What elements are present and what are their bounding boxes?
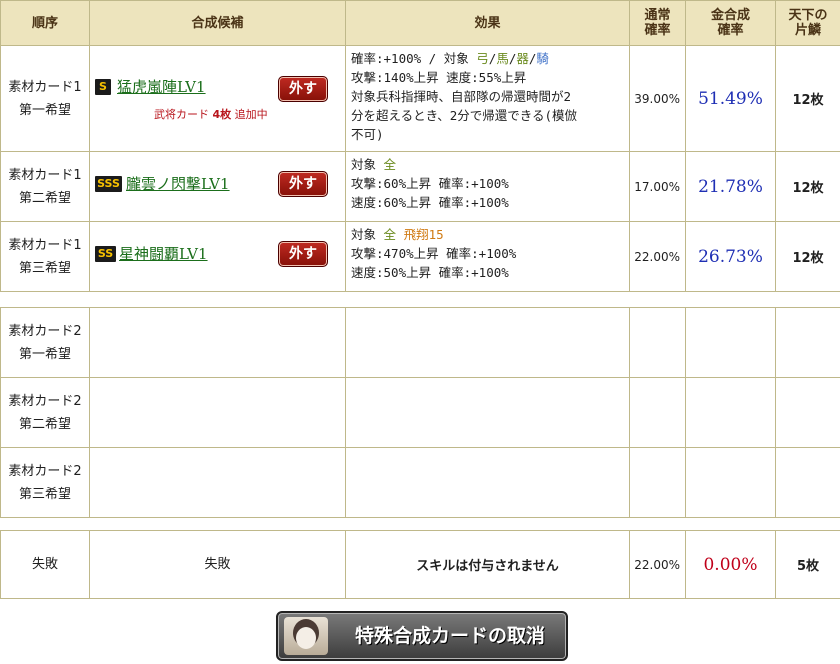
effect-text: 全 (383, 227, 397, 242)
slot-label: 素材カード2 第二希望 (0, 377, 90, 448)
effect-line: 対象 全 飛翔15 (351, 225, 625, 244)
effect-line: 対象 全 (351, 155, 625, 174)
slot-label: 素材カード1 第一希望 (0, 45, 90, 152)
remove-button[interactable]: 外す (278, 171, 328, 197)
portrait-icon (284, 617, 328, 655)
normal-rate: 17.00% (629, 151, 686, 222)
empty-row: 素材カード2 第三希望 (0, 447, 840, 518)
candidate-table-2: 素材カード2 第一希望 素材カード2 第二希望 素材カード2 第三希望 (0, 307, 840, 518)
effect-text: 弓 (476, 51, 489, 66)
effect-cell: 対象 全 飛翔15 攻撃:470%上昇 確率:+100% 速度:50%上昇 確率:+… (345, 221, 630, 292)
failure-table: 失敗 失敗 スキルは付与されません 22.00% 0.00% 5枚 (0, 530, 840, 599)
remove-button[interactable]: 外す (278, 76, 328, 102)
failure-candidate: 失敗 (89, 530, 346, 599)
candidate-cell: SSS 朧雲ノ閃撃LV1 外す (89, 151, 346, 222)
shard-count: 12枚 (775, 45, 840, 152)
slot-label: 素材カード1 第三希望 (0, 221, 90, 292)
effect-line: 攻撃:470%上昇 確率:+100% (351, 244, 625, 263)
header-shards: 天下の 片鱗 (775, 0, 840, 46)
header-gold-rate: 金合成 確率 (685, 0, 776, 46)
effect-text: 不可) (351, 127, 384, 142)
cancel-button-label: 特殊合成カードの取消 (354, 625, 545, 647)
effect-text: 分を超えるとき、2分で帰還できる(模倣 (351, 108, 578, 123)
effect-text: 全 (383, 157, 397, 172)
skill-link[interactable]: 朧雲ノ閃撃LV1 (126, 173, 230, 194)
candidate-cell: S 猛虎嵐陣LV1 外す 武将カード 4枚 追加中 (89, 45, 346, 152)
slot-label: 素材カード2 第一希望 (0, 307, 90, 378)
normal-rate: 39.00% (629, 45, 686, 152)
header-row: 順序 合成候補 効果 通常 確率 金合成 確率 天下の 片鱗 (0, 0, 840, 46)
effect-line: 対象兵科指揮時、自部隊の帰還時間が2 (351, 87, 625, 106)
effect-text: 騎 (536, 51, 549, 66)
gold-rate: 26.73% (685, 221, 776, 292)
effect-cell: 対象 全攻撃:60%上昇 確率:+100% 速度:60%上昇 確率:+100% (345, 151, 630, 222)
effect-text: 対象 (351, 157, 384, 172)
header-effect: 効果 (345, 0, 630, 46)
rank-badge-icon: SSS (95, 176, 122, 192)
remove-button[interactable]: 外す (278, 241, 328, 267)
failure-gold-rate: 0.00% (685, 530, 776, 599)
effect-text: 対象兵科指揮時、自部隊の帰還時間が2 (351, 89, 572, 104)
failure-row: 失敗 失敗 スキルは付与されません 22.00% 0.00% 5枚 (0, 530, 840, 599)
skill-link[interactable]: 星神闘覇LV1 (119, 243, 208, 264)
effect-text (396, 227, 404, 242)
effect-line: 不可) (351, 125, 625, 144)
cancel-special-synthesis-button[interactable]: 特殊合成カードの取消 (276, 611, 568, 661)
empty-row: 素材カード2 第二希望 (0, 377, 840, 448)
effect-text: 速度:50%上昇 確率:+100% (351, 265, 509, 280)
rank-badge-icon: SS (95, 246, 116, 262)
rank-badge-icon: S (95, 79, 111, 95)
slot-label: 素材カード2 第三希望 (0, 447, 90, 518)
gold-rate: 21.78% (685, 151, 776, 222)
effect-cell: 確率:+100% / 対象 弓/馬/器/騎攻撃:140%上昇 速度:55%上昇対… (345, 45, 630, 152)
effect-text: 確率:+100% / 対象 (351, 51, 477, 66)
gold-rate: 51.49% (685, 45, 776, 152)
effect-line: 攻撃:140%上昇 速度:55%上昇 (351, 68, 625, 87)
effect-text: 馬 (496, 51, 509, 66)
effect-text: 速度:60%上昇 確率:+100% (351, 195, 509, 210)
effect-line: 攻撃:60%上昇 確率:+100% (351, 174, 625, 193)
effect-text: 攻撃:60%上昇 確率:+100% (351, 176, 509, 191)
candidate-cell: SS 星神闘覇LV1 外す (89, 221, 346, 292)
candidate-row: 素材カード1 第三希望 SS 星神闘覇LV1 外す 対象 全 飛翔15 攻撃:470… (0, 221, 840, 292)
effect-line: 分を超えるとき、2分で帰還できる(模倣 (351, 106, 625, 125)
header-order: 順序 (0, 0, 90, 46)
normal-rate: 22.00% (629, 221, 686, 292)
failure-shard-count: 5枚 (775, 530, 840, 599)
effect-text: 攻撃:140%上昇 速度:55%上昇 (351, 70, 527, 85)
header-normal-rate: 通常 確率 (629, 0, 686, 46)
shard-count: 12枚 (775, 151, 840, 222)
effect-line: 速度:50%上昇 確率:+100% (351, 263, 625, 282)
effect-text: 攻撃:470%上昇 確率:+100% (351, 246, 517, 261)
effect-text: 器 (516, 51, 529, 66)
failure-order: 失敗 (0, 530, 90, 599)
candidate-row: 素材カード1 第一希望 S 猛虎嵐陣LV1 外す 武将カード 4枚 追加中 確率:… (0, 45, 840, 152)
card-note: 武将カード 4枚 追加中 (154, 108, 268, 121)
effect-line: 確率:+100% / 対象 弓/馬/器/騎 (351, 49, 625, 68)
candidate-table-1: 順序 合成候補 効果 通常 確率 金合成 確率 天下の 片鱗 素材カード1 第一希望 S… (0, 0, 840, 292)
effect-text: 飛翔15 (403, 227, 444, 242)
failure-effect: スキルは付与されません (345, 530, 630, 599)
effect-text: 対象 (351, 227, 384, 242)
slot-label: 素材カード1 第二希望 (0, 151, 90, 222)
effect-line: 速度:60%上昇 確率:+100% (351, 193, 625, 212)
skill-link[interactable]: 猛虎嵐陣LV1 (117, 76, 206, 97)
empty-row: 素材カード2 第一希望 (0, 307, 840, 378)
shard-count: 12枚 (775, 221, 840, 292)
candidate-row: 素材カード1 第二希望 SSS 朧雲ノ閃撃LV1 外す 対象 全攻撃:60%上昇 … (0, 151, 840, 222)
failure-normal-rate: 22.00% (629, 530, 686, 599)
header-candidate: 合成候補 (89, 0, 346, 46)
